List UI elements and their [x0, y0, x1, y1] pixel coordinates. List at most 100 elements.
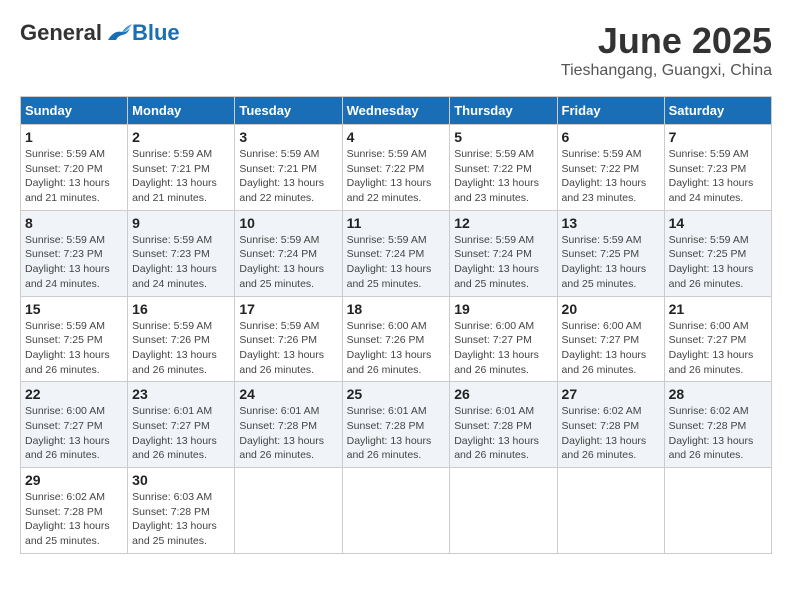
day-info: Sunrise: 5:59 AM Sunset: 7:22 PM Dayligh… [347, 147, 446, 206]
calendar-week-row: 29 Sunrise: 6:02 AM Sunset: 7:28 PM Dayl… [21, 468, 772, 554]
day-info: Sunrise: 5:59 AM Sunset: 7:24 PM Dayligh… [454, 233, 552, 292]
day-info: Sunrise: 5:59 AM Sunset: 7:20 PM Dayligh… [25, 147, 123, 206]
calendar-table: SundayMondayTuesdayWednesdayThursdayFrid… [20, 96, 772, 554]
day-info: Sunrise: 6:01 AM Sunset: 7:28 PM Dayligh… [454, 404, 552, 463]
title-section: June 2025 Tieshangang, Guangxi, China [561, 20, 772, 80]
day-info: Sunrise: 6:00 AM Sunset: 7:27 PM Dayligh… [25, 404, 123, 463]
day-number: 29 [25, 472, 123, 488]
day-info: Sunrise: 5:59 AM Sunset: 7:25 PM Dayligh… [669, 233, 767, 292]
day-info: Sunrise: 5:59 AM Sunset: 7:26 PM Dayligh… [239, 319, 337, 378]
day-number: 9 [132, 215, 230, 231]
column-header-tuesday: Tuesday [235, 97, 342, 125]
day-info: Sunrise: 5:59 AM Sunset: 7:21 PM Dayligh… [239, 147, 337, 206]
day-number: 10 [239, 215, 337, 231]
day-info: Sunrise: 5:59 AM Sunset: 7:24 PM Dayligh… [347, 233, 446, 292]
calendar-cell: 17 Sunrise: 5:59 AM Sunset: 7:26 PM Dayl… [235, 296, 342, 382]
day-number: 27 [562, 386, 660, 402]
logo: General Blue [20, 20, 180, 46]
day-info: Sunrise: 5:59 AM Sunset: 7:25 PM Dayligh… [562, 233, 660, 292]
calendar-cell: 30 Sunrise: 6:03 AM Sunset: 7:28 PM Dayl… [128, 468, 235, 554]
day-number: 6 [562, 129, 660, 145]
calendar-cell [450, 468, 557, 554]
calendar-cell: 5 Sunrise: 5:59 AM Sunset: 7:22 PM Dayli… [450, 125, 557, 211]
day-info: Sunrise: 5:59 AM Sunset: 7:23 PM Dayligh… [132, 233, 230, 292]
calendar-cell: 12 Sunrise: 5:59 AM Sunset: 7:24 PM Dayl… [450, 210, 557, 296]
calendar-cell: 8 Sunrise: 5:59 AM Sunset: 7:23 PM Dayli… [21, 210, 128, 296]
column-header-sunday: Sunday [21, 97, 128, 125]
day-number: 13 [562, 215, 660, 231]
column-header-friday: Friday [557, 97, 664, 125]
day-number: 15 [25, 301, 123, 317]
calendar-cell: 28 Sunrise: 6:02 AM Sunset: 7:28 PM Dayl… [664, 382, 771, 468]
calendar-cell [235, 468, 342, 554]
logo-blue-text: Blue [132, 20, 180, 46]
day-number: 30 [132, 472, 230, 488]
day-number: 28 [669, 386, 767, 402]
column-header-thursday: Thursday [450, 97, 557, 125]
calendar-week-row: 15 Sunrise: 5:59 AM Sunset: 7:25 PM Dayl… [21, 296, 772, 382]
column-header-monday: Monday [128, 97, 235, 125]
day-info: Sunrise: 6:02 AM Sunset: 7:28 PM Dayligh… [562, 404, 660, 463]
calendar-cell: 23 Sunrise: 6:01 AM Sunset: 7:27 PM Dayl… [128, 382, 235, 468]
day-number: 7 [669, 129, 767, 145]
day-number: 16 [132, 301, 230, 317]
day-info: Sunrise: 5:59 AM Sunset: 7:22 PM Dayligh… [562, 147, 660, 206]
day-info: Sunrise: 6:00 AM Sunset: 7:27 PM Dayligh… [562, 319, 660, 378]
day-info: Sunrise: 5:59 AM Sunset: 7:24 PM Dayligh… [239, 233, 337, 292]
calendar-cell: 13 Sunrise: 5:59 AM Sunset: 7:25 PM Dayl… [557, 210, 664, 296]
calendar-cell: 24 Sunrise: 6:01 AM Sunset: 7:28 PM Dayl… [235, 382, 342, 468]
day-info: Sunrise: 6:00 AM Sunset: 7:26 PM Dayligh… [347, 319, 446, 378]
day-number: 2 [132, 129, 230, 145]
calendar-cell: 4 Sunrise: 5:59 AM Sunset: 7:22 PM Dayli… [342, 125, 450, 211]
calendar-week-row: 22 Sunrise: 6:00 AM Sunset: 7:27 PM Dayl… [21, 382, 772, 468]
calendar-cell [342, 468, 450, 554]
day-number: 14 [669, 215, 767, 231]
calendar-cell: 20 Sunrise: 6:00 AM Sunset: 7:27 PM Dayl… [557, 296, 664, 382]
column-header-wednesday: Wednesday [342, 97, 450, 125]
calendar-cell: 3 Sunrise: 5:59 AM Sunset: 7:21 PM Dayli… [235, 125, 342, 211]
day-info: Sunrise: 6:01 AM Sunset: 7:28 PM Dayligh… [347, 404, 446, 463]
day-info: Sunrise: 6:02 AM Sunset: 7:28 PM Dayligh… [25, 490, 123, 549]
calendar-cell: 11 Sunrise: 5:59 AM Sunset: 7:24 PM Dayl… [342, 210, 450, 296]
day-info: Sunrise: 5:59 AM Sunset: 7:23 PM Dayligh… [669, 147, 767, 206]
day-info: Sunrise: 6:00 AM Sunset: 7:27 PM Dayligh… [454, 319, 552, 378]
day-info: Sunrise: 6:02 AM Sunset: 7:28 PM Dayligh… [669, 404, 767, 463]
logo-bird-icon [104, 22, 132, 44]
calendar-cell [557, 468, 664, 554]
day-number: 25 [347, 386, 446, 402]
day-info: Sunrise: 5:59 AM Sunset: 7:23 PM Dayligh… [25, 233, 123, 292]
day-number: 12 [454, 215, 552, 231]
calendar-cell: 1 Sunrise: 5:59 AM Sunset: 7:20 PM Dayli… [21, 125, 128, 211]
day-number: 4 [347, 129, 446, 145]
day-number: 22 [25, 386, 123, 402]
day-number: 3 [239, 129, 337, 145]
calendar-cell: 15 Sunrise: 5:59 AM Sunset: 7:25 PM Dayl… [21, 296, 128, 382]
day-number: 23 [132, 386, 230, 402]
day-info: Sunrise: 6:00 AM Sunset: 7:27 PM Dayligh… [669, 319, 767, 378]
calendar-cell: 26 Sunrise: 6:01 AM Sunset: 7:28 PM Dayl… [450, 382, 557, 468]
calendar-cell: 2 Sunrise: 5:59 AM Sunset: 7:21 PM Dayli… [128, 125, 235, 211]
calendar-cell: 29 Sunrise: 6:02 AM Sunset: 7:28 PM Dayl… [21, 468, 128, 554]
calendar-cell: 21 Sunrise: 6:00 AM Sunset: 7:27 PM Dayl… [664, 296, 771, 382]
day-number: 8 [25, 215, 123, 231]
day-info: Sunrise: 6:01 AM Sunset: 7:27 PM Dayligh… [132, 404, 230, 463]
calendar-cell [664, 468, 771, 554]
day-number: 18 [347, 301, 446, 317]
location-text: Tieshangang, Guangxi, China [561, 62, 772, 80]
month-title: June 2025 [561, 20, 772, 62]
calendar-cell: 14 Sunrise: 5:59 AM Sunset: 7:25 PM Dayl… [664, 210, 771, 296]
calendar-header-row: SundayMondayTuesdayWednesdayThursdayFrid… [21, 97, 772, 125]
calendar-cell: 19 Sunrise: 6:00 AM Sunset: 7:27 PM Dayl… [450, 296, 557, 382]
calendar-week-row: 8 Sunrise: 5:59 AM Sunset: 7:23 PM Dayli… [21, 210, 772, 296]
calendar-cell: 6 Sunrise: 5:59 AM Sunset: 7:22 PM Dayli… [557, 125, 664, 211]
day-info: Sunrise: 6:01 AM Sunset: 7:28 PM Dayligh… [239, 404, 337, 463]
calendar-cell: 16 Sunrise: 5:59 AM Sunset: 7:26 PM Dayl… [128, 296, 235, 382]
calendar-cell: 22 Sunrise: 6:00 AM Sunset: 7:27 PM Dayl… [21, 382, 128, 468]
logo-general-text: General [20, 20, 102, 46]
calendar-cell: 18 Sunrise: 6:00 AM Sunset: 7:26 PM Dayl… [342, 296, 450, 382]
day-number: 17 [239, 301, 337, 317]
calendar-cell: 27 Sunrise: 6:02 AM Sunset: 7:28 PM Dayl… [557, 382, 664, 468]
day-info: Sunrise: 5:59 AM Sunset: 7:22 PM Dayligh… [454, 147, 552, 206]
day-number: 5 [454, 129, 552, 145]
calendar-cell: 25 Sunrise: 6:01 AM Sunset: 7:28 PM Dayl… [342, 382, 450, 468]
